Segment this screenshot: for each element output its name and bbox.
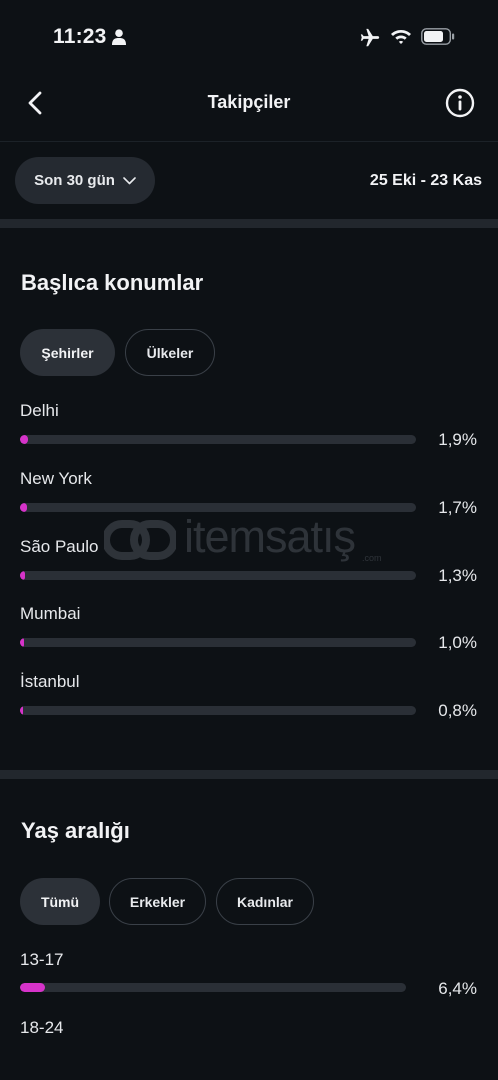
chevron-down-icon [123,176,136,184]
person-icon [112,29,126,45]
age-range-label: 13-17 [20,950,64,969]
location-percent: 1,3% [438,566,477,585]
page-title: Takipçiler [207,92,291,112]
info-icon[interactable] [445,88,475,118]
watermark-text: itemsatış [184,511,356,562]
date-range: 25 Eki - 23 Kas [369,172,482,189]
tab-men[interactable]: Erkekler [109,878,206,925]
progress-fill [20,571,26,580]
location-name: Mumbai [20,604,81,623]
location-percent: 1,9% [438,430,477,449]
section-divider [0,219,498,228]
tab-countries-label: Ülkeler [146,344,194,361]
period-label: Son 30 gün [34,172,115,189]
status-bar: 11:23 [0,0,498,76]
tab-women[interactable]: Kadınlar [216,878,314,925]
status-time: 11:23 [53,25,107,48]
tab-cities[interactable]: Şehirler [20,329,115,376]
age-range-label: 18-24 [20,1018,64,1037]
period-dropdown[interactable]: Son 30 gün [15,157,155,204]
progress-fill [20,435,28,444]
tab-men-label: Erkekler [129,893,186,910]
watermark-sub: .com [362,553,382,563]
filter-row: Son 30 gün 25 Eki - 23 Kas [0,143,498,218]
progress-track [20,706,416,715]
watermark-logo-icon [104,520,176,560]
location-name: İstanbul [20,672,80,691]
location-name: New York [20,469,92,488]
wifi-icon [391,30,411,44]
location-percent: 1,0% [438,633,477,652]
progress-track [20,571,416,580]
progress-fill [20,706,24,715]
age-percent: 6,4% [438,979,477,998]
tab-cities-label: Şehirler [41,344,94,361]
battery-icon [421,28,455,45]
nav-bar: Takipçiler [0,76,498,142]
age-title: Yaş aralığı [21,818,130,843]
location-name: Delhi [20,401,59,420]
progress-fill [20,503,27,512]
location-percent: 0,8% [438,701,477,720]
tab-all[interactable]: Tümü [20,878,100,925]
progress-track [20,435,416,444]
tab-all-label: Tümü [40,893,80,910]
tab-women-label: Kadınlar [236,893,293,910]
progress-track [20,638,416,647]
location-name: São Paulo [20,537,99,556]
progress-fill [20,983,45,992]
progress-track [20,983,406,992]
location-percent: 1,7% [438,498,477,517]
progress-fill [20,638,24,647]
section-divider [0,770,498,779]
tab-countries[interactable]: Ülkeler [125,329,215,376]
watermark: itemsatış .com [104,511,394,567]
airplane-icon [360,28,380,47]
locations-title: Başlıca konumlar [21,270,204,295]
